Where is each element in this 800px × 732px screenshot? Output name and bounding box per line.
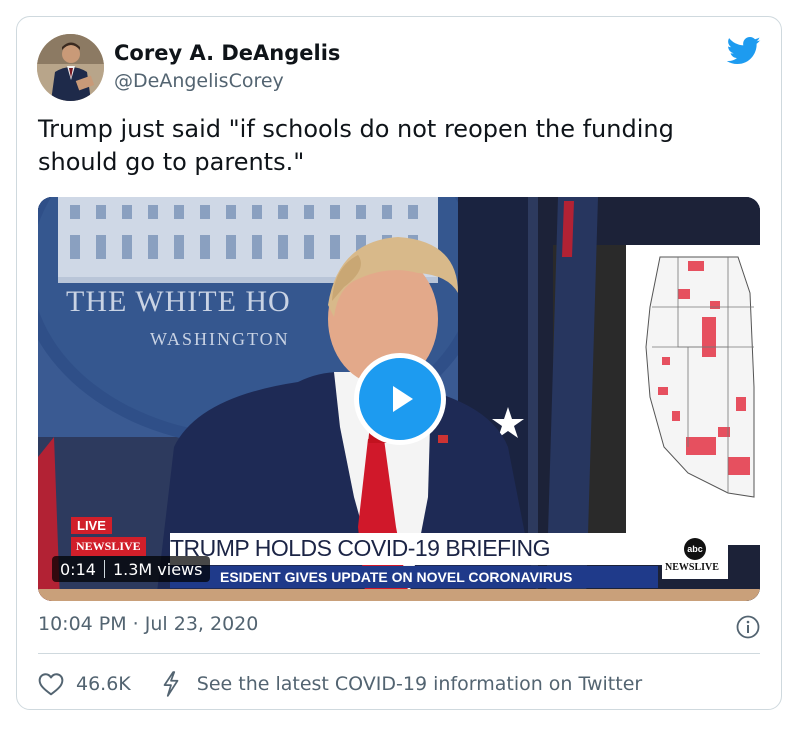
video-stats-overlay: 0:14 1.3M views: [52, 556, 211, 582]
like-button[interactable]: 46.6K: [38, 672, 131, 696]
author-display-name[interactable]: Corey A. DeAngelis: [114, 41, 340, 65]
twitter-bird-icon[interactable]: [727, 36, 761, 66]
network-badge: NEWSLIVE: [71, 537, 146, 556]
live-badge: LIVE: [71, 517, 112, 534]
overlay-divider: [103, 560, 105, 578]
play-icon: [393, 386, 413, 412]
tweet-timestamp[interactable]: 10:04 PM · Jul 23, 2020: [38, 613, 258, 635]
covid-info-link[interactable]: See the latest COVID-19 information on T…: [161, 671, 642, 697]
heart-icon: [38, 673, 64, 696]
video-player[interactable]: THE WHITE HO WASHINGTON LIVE NEWSLIVE TR…: [38, 197, 760, 601]
svg-text:THE WHITE HO: THE WHITE HO: [66, 285, 291, 318]
tweet-card[interactable]: Corey A. DeAngelis @DeAngelisCorey Trump…: [16, 16, 782, 710]
avatar-image: [37, 34, 104, 101]
info-icon[interactable]: [736, 615, 760, 639]
avatar[interactable]: [37, 34, 104, 101]
lightning-icon: [163, 671, 179, 697]
abc-logo-icon: abc: [684, 538, 706, 560]
video-duration: 0:14: [60, 559, 96, 579]
news-subbanner-text: ESIDENT GIVES UPDATE ON NOVEL CORONAVIRU…: [220, 569, 573, 585]
author-handle[interactable]: @DeAngelisCorey: [114, 70, 284, 92]
play-button[interactable]: [354, 353, 446, 445]
video-view-count: 1.3M views: [112, 559, 203, 579]
tweet-text: Trump just said "if schools do not reope…: [38, 115, 674, 176]
divider: [38, 653, 760, 654]
svg-text:WASHINGTON: WASHINGTON: [150, 329, 290, 349]
news-banner-title: TRUMP HOLDS COVID-19 BRIEFING: [170, 535, 550, 561]
tweet-actions: 46.6K See the latest COVID-19 informatio…: [38, 669, 642, 699]
network-logo-text: NEWSLIVE: [665, 562, 719, 573]
covid-info-text: See the latest COVID-19 information on T…: [196, 673, 643, 695]
like-count: 46.6K: [76, 673, 131, 695]
